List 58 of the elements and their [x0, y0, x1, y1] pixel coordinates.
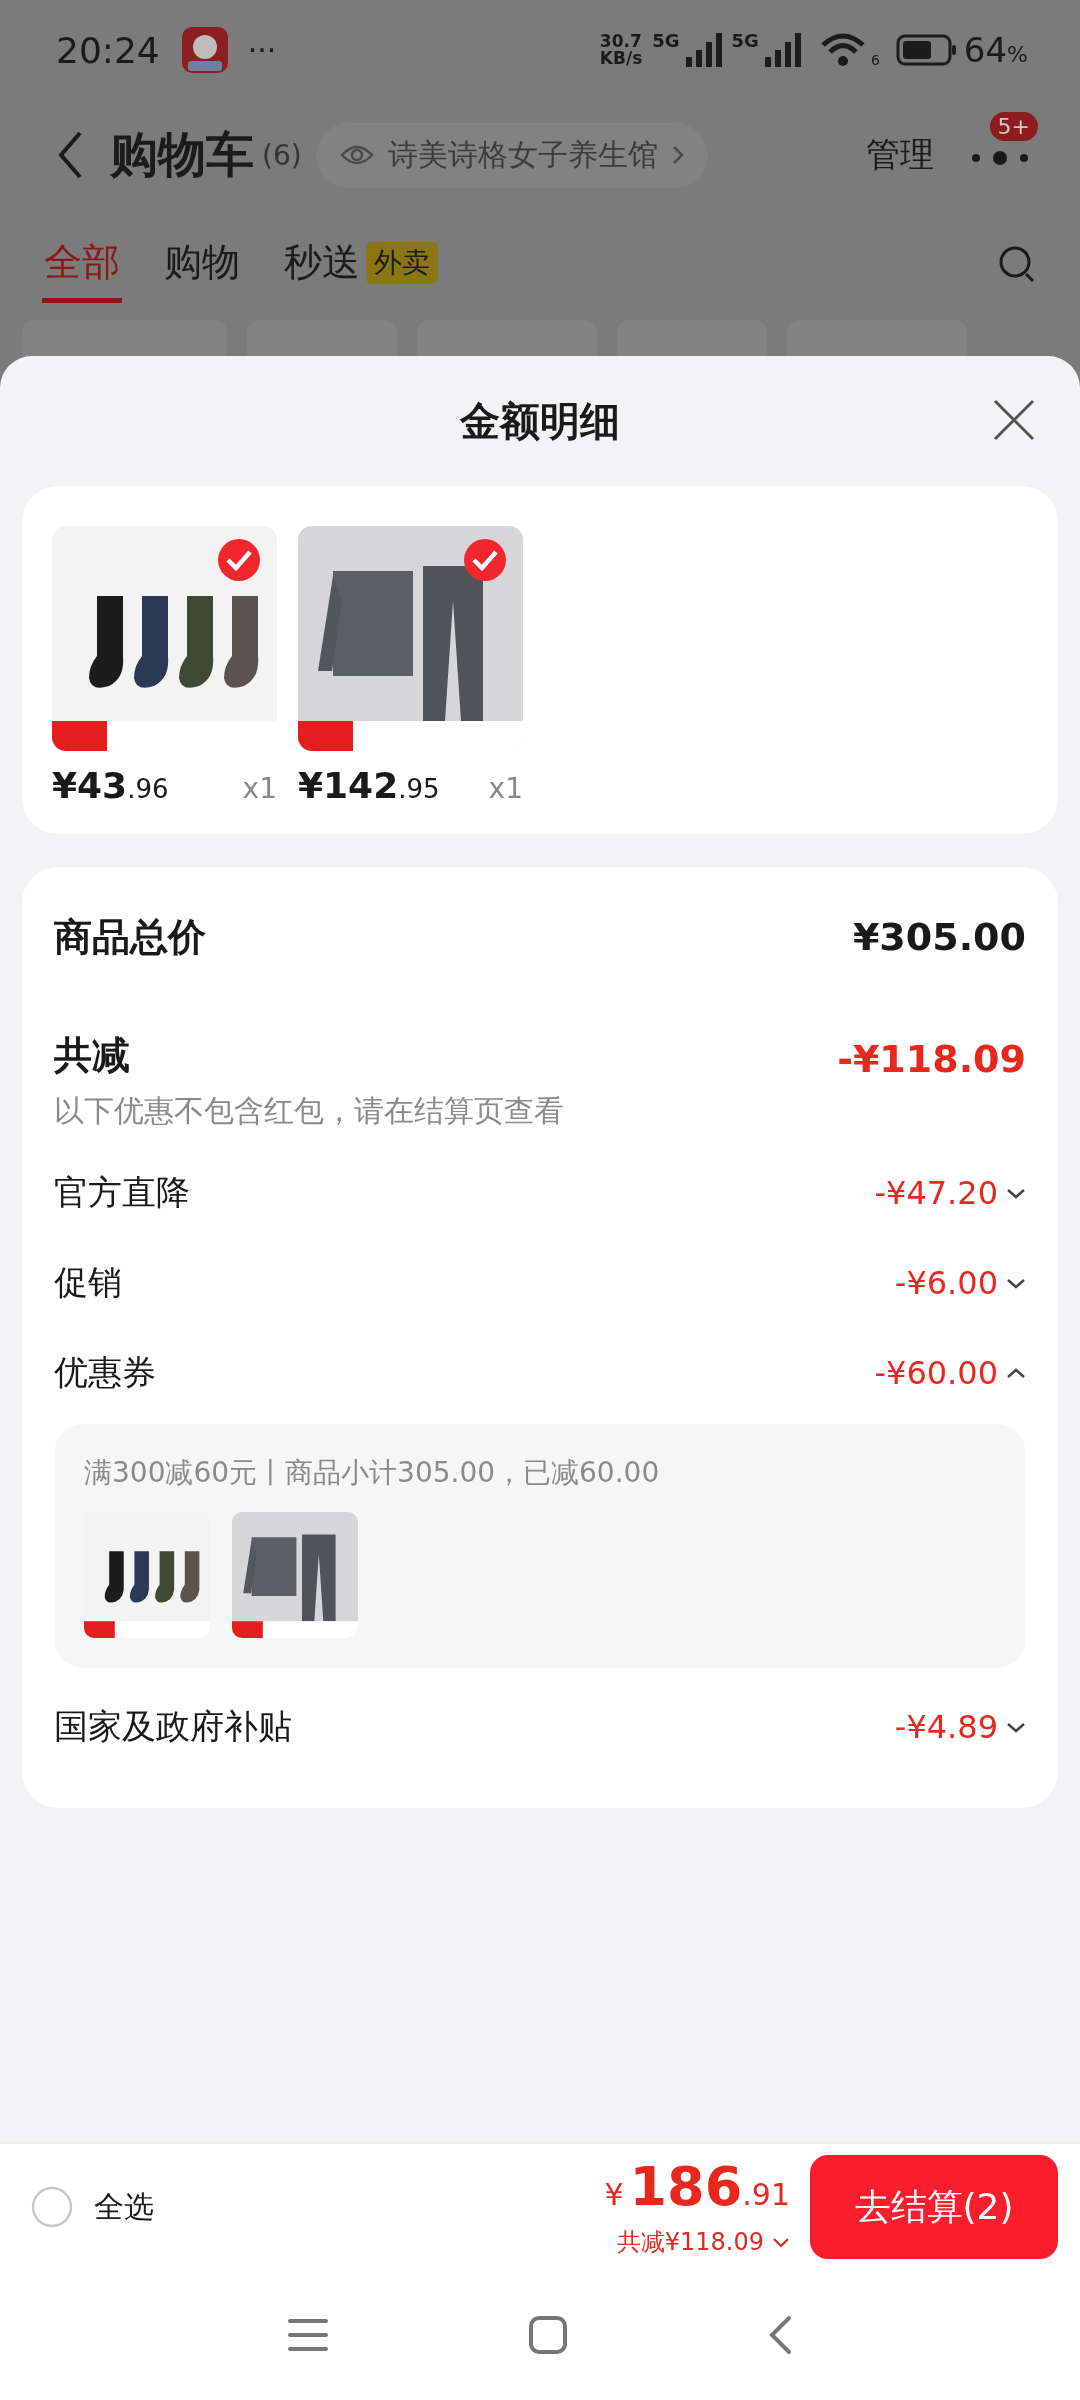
- more-icon[interactable]: [970, 150, 1030, 166]
- discount-value: -¥118.09: [837, 1037, 1026, 1081]
- tab[interactable]: 秒送 外卖: [282, 227, 440, 303]
- total-label: 商品总价: [54, 913, 207, 961]
- eye-icon: [339, 143, 374, 167]
- chevron-down-icon[interactable]: [1006, 1721, 1026, 1733]
- discount-item-label: 促销: [54, 1261, 123, 1304]
- discount-item-value: -¥6.00: [894, 1264, 998, 1302]
- status-dots: ···: [247, 32, 277, 68]
- sim-label: 5G: [652, 30, 680, 51]
- discount-item-label: 官方直降: [54, 1171, 191, 1214]
- check-icon[interactable]: [217, 538, 261, 582]
- battery-percent: 64%: [963, 30, 1028, 70]
- chevron-down-icon[interactable]: [1006, 1277, 1026, 1289]
- sheet-title: 金额明细: [460, 396, 620, 446]
- discount-item-value: -¥60.00: [874, 1354, 998, 1392]
- wifi-icon: [820, 33, 865, 67]
- total-value: ¥305.00: [852, 915, 1026, 959]
- discount-note: 以下优惠不包含红包，请在结算页查看: [54, 1092, 565, 1130]
- savings-link[interactable]: 共减¥118.09: [616, 2226, 790, 2258]
- tab-tag: 外卖: [366, 241, 438, 284]
- select-all-label[interactable]: 全选: [94, 2186, 154, 2228]
- chevron-down-icon[interactable]: [1006, 1187, 1026, 1199]
- tab[interactable]: 购物: [162, 227, 242, 303]
- discount-item-value: -¥47.20: [874, 1174, 998, 1212]
- close-icon[interactable]: [992, 398, 1036, 442]
- item-count: (6): [262, 138, 302, 172]
- product-quantity: x1: [488, 772, 523, 805]
- home-icon[interactable]: [528, 2315, 568, 2355]
- product-quantity: x1: [242, 772, 277, 805]
- wifi-label: 6: [870, 52, 880, 68]
- network-speed: 30.7 KB/s: [599, 33, 643, 67]
- battery-icon: [895, 34, 958, 66]
- product-price: ¥142.95: [298, 765, 440, 806]
- chevron-right-icon: [671, 145, 684, 165]
- back-icon[interactable]: [768, 2315, 792, 2355]
- discount-label: 共减: [54, 1032, 131, 1079]
- app-icon: [179, 25, 230, 75]
- checkout-button[interactable]: 去结算(2): [810, 2155, 1058, 2259]
- manage-button[interactable]: 管理: [866, 132, 934, 178]
- status-time: 20:24: [56, 29, 160, 71]
- product-price: ¥43.96: [52, 765, 169, 806]
- chevron-up-icon[interactable]: [1006, 1367, 1026, 1379]
- page-title: 购物车: [110, 125, 254, 184]
- store-link[interactable]: 诗美诗格女子养生馆: [315, 122, 708, 188]
- menu-icon[interactable]: [288, 2317, 328, 2353]
- back-icon[interactable]: [56, 130, 84, 180]
- discount-item-value: -¥4.89: [894, 1708, 998, 1746]
- coupon-detail-text: 满300减60元丨商品小计305.00，已减60.00: [84, 1455, 661, 1491]
- sim-label: 5G: [731, 30, 759, 51]
- checkbox-icon[interactable]: [30, 2185, 74, 2229]
- notification-badge: 5+: [989, 112, 1038, 141]
- chevron-down-icon: [772, 2236, 790, 2248]
- total-amount: ¥186.91: [604, 2156, 790, 2220]
- discount-item-label: 优惠券: [54, 1351, 157, 1394]
- tab[interactable]: 全部: [42, 227, 122, 303]
- check-icon[interactable]: [463, 538, 507, 582]
- discount-item-label: 国家及政府补贴: [54, 1705, 293, 1748]
